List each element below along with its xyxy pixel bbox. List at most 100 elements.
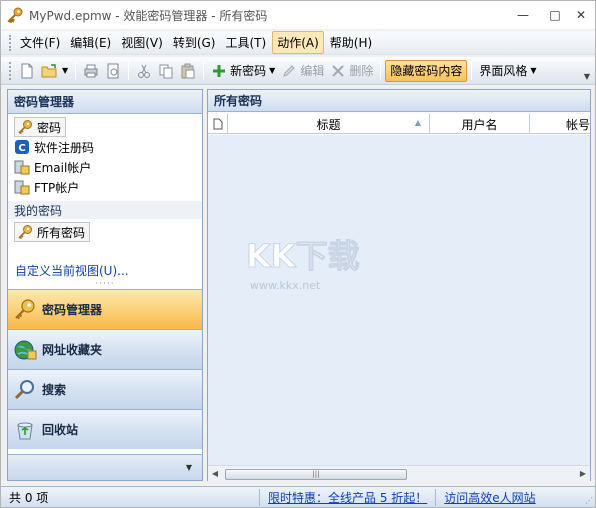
left-pane-header: 密码管理器 [8, 90, 202, 114]
toolbar-separator [75, 61, 77, 80]
edit-label: 编辑 [300, 64, 325, 78]
customize-view-link[interactable]: 自定义当前视图(U)... [15, 262, 129, 279]
toolbar-overflow-icon[interactable]: ▼ [582, 61, 592, 81]
delete-button[interactable]: 删除 [327, 60, 376, 82]
nav-button-bookmarks[interactable]: 网址收藏夹 [8, 329, 202, 369]
cut-button[interactable] [133, 60, 155, 82]
tree-item-password[interactable]: 密码 [14, 117, 67, 137]
new-password-button[interactable]: 新密码 ▼ [208, 60, 278, 82]
nav-label: 密码管理器 [42, 303, 103, 317]
document-icon [213, 118, 222, 130]
menu-view[interactable]: 视图(V) [117, 32, 167, 53]
new-password-dropdown-icon[interactable]: ▼ [269, 66, 275, 75]
open-button[interactable]: ▼ [38, 60, 71, 82]
ftp-account-icon [14, 179, 30, 195]
menu-edit[interactable]: 编辑(E) [66, 32, 115, 53]
nav-button-search[interactable]: 搜索 [8, 369, 202, 409]
left-pane: 密码管理器 密码 C 软件注册码 Email帐户 FTP帐户 我的密码 所有密码… [7, 89, 203, 481]
tree-item-all-passwords[interactable]: 所有密码 [14, 222, 91, 242]
nav-label: 网址收藏夹 [42, 343, 103, 357]
scroll-thumb[interactable]: ||| [225, 468, 407, 480]
scroll-left-icon[interactable]: ◀ [208, 467, 222, 481]
skin-dropdown-icon[interactable]: ▼ [530, 66, 536, 75]
item-count: 共 0 项 [9, 490, 49, 505]
print-preview-icon [107, 63, 119, 78]
tree-item-email[interactable]: Email帐户 [8, 157, 202, 177]
nav-button-recycle-bin[interactable]: 回收站 [8, 409, 202, 449]
scroll-right-icon[interactable]: ▶ [576, 467, 590, 481]
password-list[interactable]: KK下载 www.kkx.net [208, 135, 590, 465]
tree-item-label: Email帐户 [34, 160, 92, 175]
watermark-url: www.kkx.net [250, 279, 321, 292]
toolbar-separator [471, 61, 473, 80]
menu-file[interactable]: 文件(F) [16, 32, 64, 53]
column-header-title[interactable]: 标题 ▲ [228, 114, 430, 134]
menu-tools[interactable]: 工具(T) [221, 32, 270, 53]
nav-label: 搜索 [42, 383, 67, 397]
edit-button[interactable]: 编辑 [278, 60, 327, 82]
chevron-down-icon[interactable]: ▼ [186, 463, 192, 472]
paste-button[interactable] [177, 60, 199, 82]
content-header: 所有密码 [208, 90, 590, 112]
software-c-icon: C [14, 139, 30, 155]
paste-icon [181, 63, 195, 78]
pencil-icon [283, 64, 296, 77]
copy-button[interactable] [155, 60, 177, 82]
menu-action[interactable]: 动作(A) [272, 31, 324, 54]
column-type-header[interactable] [208, 114, 228, 134]
menu-grip[interactable] [9, 34, 12, 51]
sort-ascending-icon: ▲ [414, 118, 421, 127]
scissors-icon [138, 64, 151, 78]
close-button[interactable]: ✕ [567, 1, 595, 29]
window-title: MyPwd.epmw - 效能密码管理器 - 所有密码 [29, 8, 268, 23]
key-icon [12, 297, 38, 323]
recycle-bin-icon [12, 417, 38, 443]
nav-button-password-manager[interactable]: 密码管理器 [8, 289, 202, 329]
minimize-button[interactable]: — [509, 1, 537, 29]
printer-icon [84, 64, 98, 77]
column-header-account[interactable]: 帐号 [530, 114, 590, 134]
menu-help[interactable]: 帮助(H) [326, 32, 376, 53]
key-icon [17, 119, 33, 135]
watermark-text: KK下载 [246, 237, 360, 275]
email-account-icon [14, 159, 30, 175]
hide-content-toggle[interactable]: 隐藏密码内容 [385, 59, 468, 82]
resize-grip[interactable]: ⋰ [585, 496, 593, 505]
new-file-icon [21, 63, 33, 78]
toolbar-grip[interactable] [9, 61, 12, 80]
svg-text:C: C [18, 143, 25, 154]
column-header-username[interactable]: 用户名 [430, 114, 530, 134]
app-window: MyPwd.epmw - 效能密码管理器 - 所有密码 — □ ✕ 文件(F) … [0, 0, 596, 508]
tree-item-software-key[interactable]: C 软件注册码 [8, 137, 202, 157]
menu-goto[interactable]: 转到(G) [169, 32, 220, 53]
nav-pane-options[interactable]: ▼ [8, 454, 202, 480]
column-title-label: 标题 [316, 117, 341, 132]
tree-item-label: 所有密码 [37, 225, 86, 240]
maximize-button[interactable]: □ [541, 1, 569, 29]
new-file-button[interactable] [16, 60, 38, 82]
horizontal-scrollbar[interactable]: ◀ ||| ▶ [208, 465, 590, 481]
tree-item-ftp[interactable]: FTP帐户 [8, 177, 202, 197]
column-header-row: 标题 ▲ 用户名 帐号 [208, 114, 590, 134]
plus-icon [213, 64, 226, 77]
toolbar-separator [203, 61, 205, 80]
skin-dropdown[interactable]: 界面风格 ▼ [476, 60, 539, 82]
right-pane: 所有密码 标题 ▲ 用户名 帐号 KK下载 www.kkx.net ◀ ||| … [207, 89, 591, 481]
watermark: KK下载 www.kkx.net [244, 227, 374, 297]
tree-item-label: 密码 [37, 120, 62, 135]
copy-icon [159, 64, 173, 78]
delete-x-icon [332, 64, 345, 77]
delete-label: 删除 [349, 64, 374, 78]
my-passwords-group-header: 我的密码 [8, 201, 202, 219]
open-dropdown-icon[interactable]: ▼ [62, 66, 68, 75]
new-password-label: 新密码 [230, 64, 267, 78]
toolbar-separator [128, 61, 130, 80]
nav-label: 回收站 [42, 423, 79, 437]
print-preview-button[interactable] [102, 60, 124, 82]
promo-link[interactable]: 限时特惠：全线产品 5 折起！ [259, 488, 435, 506]
title-bar: MyPwd.epmw - 效能密码管理器 - 所有密码 — □ ✕ [1, 1, 595, 29]
website-link[interactable]: 访问高效e人网站 [435, 488, 543, 506]
print-button[interactable] [80, 60, 102, 82]
splitter-grip[interactable]: ····· [8, 280, 202, 289]
scroll-track[interactable]: ||| [222, 467, 576, 481]
